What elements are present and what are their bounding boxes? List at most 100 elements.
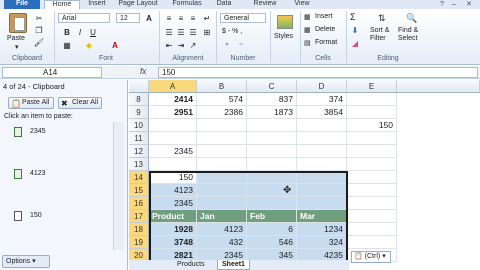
cell-b13[interactable] bbox=[197, 158, 247, 171]
cell-a10[interactable] bbox=[149, 119, 197, 132]
merge-center-icon[interactable]: ⊞ bbox=[202, 27, 212, 37]
cell-d19[interactable]: 324 bbox=[297, 236, 347, 249]
cell-c14[interactable] bbox=[247, 171, 297, 184]
fill-color-icon[interactable]: ◆ bbox=[84, 40, 94, 50]
row-header-9[interactable]: 9 bbox=[129, 106, 149, 119]
row-header-19[interactable]: 19 bbox=[129, 236, 149, 249]
tab-review[interactable]: Review bbox=[248, 0, 282, 9]
tab-file[interactable]: File bbox=[4, 0, 40, 9]
cell-e19[interactable] bbox=[347, 236, 397, 249]
spreadsheet-grid[interactable]: A B C D E 8 2414 574 837 374 9 2951 2386 1873 3854 10 15… bbox=[129, 80, 480, 270]
cell-e11[interactable] bbox=[347, 132, 397, 145]
column-header-b[interactable]: B bbox=[197, 80, 247, 93]
cell-a9[interactable]: 2951 bbox=[149, 106, 197, 119]
cell-e18[interactable] bbox=[347, 223, 397, 236]
row-header-13[interactable]: 13 bbox=[129, 158, 149, 171]
find-select-button[interactable]: 🔍 Find & Select bbox=[398, 13, 428, 53]
cell-b9[interactable]: 2386 bbox=[197, 106, 247, 119]
select-all-corner[interactable] bbox=[129, 80, 149, 93]
cell-a17[interactable]: Product bbox=[149, 210, 197, 223]
cell-a8[interactable]: 2414 bbox=[149, 93, 197, 106]
align-left-icon[interactable]: ☰ bbox=[164, 27, 174, 37]
cell-c18[interactable]: 6 bbox=[247, 223, 297, 236]
formula-input[interactable]: 150 bbox=[158, 67, 478, 78]
cell-c13[interactable] bbox=[247, 158, 297, 171]
cell-d16[interactable] bbox=[297, 197, 347, 210]
row-header-10[interactable]: 10 bbox=[129, 119, 149, 132]
cell-e16[interactable] bbox=[347, 197, 397, 210]
row-header-12[interactable]: 12 bbox=[129, 145, 149, 158]
cell-e8[interactable] bbox=[347, 93, 397, 106]
column-header-c[interactable]: C bbox=[247, 80, 297, 93]
row-header-18[interactable]: 18 bbox=[129, 223, 149, 236]
insert-function-icon[interactable]: fx bbox=[140, 67, 146, 76]
clipboard-scrollbar[interactable] bbox=[113, 122, 124, 250]
cell-e17[interactable] bbox=[347, 210, 397, 223]
paste-options-button[interactable]: 📋 (Ctrl) ▾ bbox=[351, 251, 391, 263]
cell-c19[interactable]: 546 bbox=[247, 236, 297, 249]
number-format-buttons[interactable]: $ - % , bbox=[222, 28, 242, 35]
clear-all-button[interactable]: ✖ Clear All bbox=[58, 97, 102, 109]
tab-data[interactable]: Data bbox=[210, 0, 238, 9]
increase-indent-icon[interactable]: ⇥ bbox=[176, 40, 186, 50]
fill-down-icon[interactable]: ⬇ bbox=[350, 25, 360, 35]
font-color-icon[interactable]: A bbox=[110, 40, 120, 50]
styles-button[interactable]: Styles bbox=[274, 13, 296, 51]
cell-c12[interactable] bbox=[247, 145, 297, 158]
cell-d17[interactable]: Mar bbox=[297, 210, 347, 223]
decrease-indent-icon[interactable]: ⇤ bbox=[164, 40, 174, 50]
autosum-button[interactable]: Σ bbox=[350, 12, 356, 22]
cell-b16[interactable] bbox=[197, 197, 247, 210]
cell-a18[interactable]: 1928 bbox=[149, 223, 197, 236]
underline-button[interactable]: U bbox=[88, 27, 98, 37]
cell-c8[interactable]: 837 bbox=[247, 93, 297, 106]
cell-d10[interactable] bbox=[297, 119, 347, 132]
borders-icon[interactable]: ▦ bbox=[62, 40, 72, 50]
row-header-17[interactable]: 17 bbox=[129, 210, 149, 223]
clipboard-item[interactable]: 4123 bbox=[4, 169, 112, 203]
cell-b14[interactable] bbox=[197, 171, 247, 184]
align-center-icon[interactable]: ☰ bbox=[176, 27, 186, 37]
clipboard-options-button[interactable]: Options ▾ bbox=[2, 255, 50, 268]
column-header-a[interactable]: A bbox=[149, 80, 197, 93]
tab-page-layout[interactable]: Page Layout bbox=[113, 0, 163, 9]
italic-button[interactable]: I bbox=[75, 27, 85, 37]
cell-d14[interactable] bbox=[297, 171, 347, 184]
cell-c11[interactable] bbox=[247, 132, 297, 145]
cell-e13[interactable] bbox=[347, 158, 397, 171]
align-middle-icon[interactable]: ≡ bbox=[176, 13, 186, 23]
increase-decimal-icon[interactable]: ⁺ bbox=[222, 40, 232, 50]
cell-c9[interactable]: 1873 bbox=[247, 106, 297, 119]
orientation-icon[interactable]: ↗ bbox=[188, 40, 198, 50]
sheet-tab-products[interactable]: Products bbox=[173, 260, 209, 270]
clipboard-item[interactable]: 150 bbox=[4, 211, 112, 245]
cell-a13[interactable] bbox=[149, 158, 197, 171]
paste-all-button[interactable]: 📋 Paste All bbox=[8, 97, 54, 109]
format-cells-button[interactable]: Format bbox=[315, 39, 337, 46]
cell-a16[interactable]: 2345 bbox=[149, 197, 197, 210]
copy-icon[interactable]: ❐ bbox=[34, 25, 44, 35]
clipboard-item[interactable]: 2345 bbox=[4, 127, 112, 161]
row-header-14[interactable]: 14 bbox=[129, 171, 149, 184]
cut-icon[interactable]: ✂ bbox=[34, 13, 44, 23]
cell-d11[interactable] bbox=[297, 132, 347, 145]
cell-b15[interactable] bbox=[197, 184, 247, 197]
cell-b10[interactable] bbox=[197, 119, 247, 132]
tab-view[interactable]: View bbox=[290, 0, 314, 9]
row-header-16[interactable]: 16 bbox=[129, 197, 149, 210]
font-name-select[interactable]: Arial bbox=[58, 13, 110, 23]
name-box[interactable]: A14 bbox=[2, 67, 102, 78]
tab-home[interactable]: Home bbox=[44, 0, 80, 9]
cell-e12[interactable] bbox=[347, 145, 397, 158]
decrease-decimal-icon[interactable]: ⁻ bbox=[236, 40, 246, 50]
bold-button[interactable]: B bbox=[62, 27, 72, 37]
cell-e15[interactable] bbox=[347, 184, 397, 197]
grow-font-icon[interactable]: A bbox=[144, 13, 154, 23]
cell-e10[interactable]: 150 bbox=[347, 119, 397, 132]
row-header-15[interactable]: 15 bbox=[129, 184, 149, 197]
delete-cells-button[interactable]: Delete bbox=[315, 26, 335, 33]
cell-d13[interactable] bbox=[297, 158, 347, 171]
cell-a14[interactable]: 150 bbox=[149, 171, 197, 184]
cell-d18[interactable]: 1234 bbox=[297, 223, 347, 236]
sort-filter-button[interactable]: ⇅ Sort & Filter bbox=[370, 13, 400, 53]
